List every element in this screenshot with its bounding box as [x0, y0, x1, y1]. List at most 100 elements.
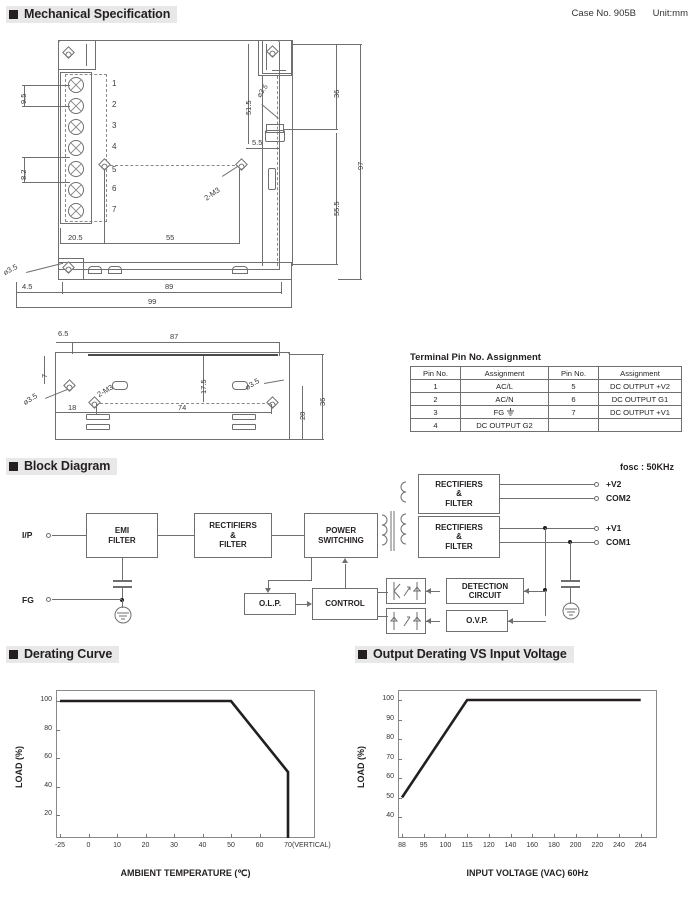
section-header-output-derating: Output Derating VS Input Voltage [355, 646, 574, 663]
wire [311, 558, 312, 580]
wire-v2 [500, 484, 594, 485]
dim-line [246, 148, 280, 149]
output-terminal-v1 [594, 526, 599, 531]
section-header-block-diagram: Block Diagram [6, 458, 118, 475]
centerline-horizontal [110, 165, 240, 166]
cell-pin [548, 418, 599, 432]
dim-line [44, 356, 45, 384]
dimension-6-5: 6.5 [58, 329, 69, 338]
pin-number: 7 [112, 205, 117, 214]
dim-ext [271, 404, 272, 414]
output-label-v2: +V2 [606, 479, 622, 489]
capacitor-plate [561, 580, 580, 582]
rect-top-line1: RECTIFIERS [435, 479, 483, 489]
dim-line [96, 412, 272, 413]
dimension-89: 89 [165, 282, 174, 291]
table-row: 1 AC/L 5 DC OUTPUT +V2 [410, 379, 682, 393]
wire [272, 535, 304, 536]
cell-assignment [598, 418, 682, 432]
wire-v1 [500, 528, 594, 529]
wire [570, 542, 571, 580]
dimension-28: 28 [298, 411, 307, 420]
rect-bot-line2: & [456, 532, 462, 542]
dimension-55-5: 55.5 [332, 201, 341, 216]
block-rectifiers-filter-v2: RECTIFIERS & FILTER [418, 474, 500, 514]
dimension-17-5: 17.5 [199, 379, 208, 394]
emi-line2: FILTER [108, 535, 136, 545]
detection-line2: CIRCUIT [468, 591, 502, 600]
pin-number: 1 [112, 79, 117, 88]
dim-ext [291, 280, 292, 308]
right-plate-edge [292, 40, 293, 266]
input-label-ip: I/P [22, 530, 33, 540]
bullet-square-icon [358, 650, 367, 659]
pin-number: 5 [112, 165, 117, 174]
table-header-row: Pin No. Assignment Pin No. Assignment [410, 366, 682, 380]
output-label-com2: COM2 [606, 493, 631, 503]
dim-line [248, 44, 249, 144]
earth-ground-icon [114, 606, 132, 624]
slot-detail [266, 124, 284, 133]
wire [122, 558, 123, 580]
bullet-square-icon [9, 10, 18, 19]
pin-number: 6 [112, 184, 117, 193]
wire [52, 599, 122, 600]
arrow-up-icon [342, 558, 348, 563]
rect-top-line2: & [456, 489, 462, 499]
power-line1: POWER [325, 526, 357, 536]
input-label-fg: FG [22, 595, 34, 605]
base-vent [108, 266, 122, 274]
pin-number: 4 [112, 142, 117, 151]
dim-ext [281, 282, 282, 294]
dimension-5-5: 5.5 [252, 138, 263, 147]
section-title-derating-curve: Derating Curve [24, 647, 113, 662]
table-row: 3 FG 7 DC OUTPUT +V1 [410, 405, 682, 419]
dimension-20-5: 20.5 [68, 233, 83, 242]
wire-feedback [545, 590, 546, 616]
power-line2: SWITCHING [318, 535, 364, 545]
terminal-screw [68, 182, 84, 198]
terminal-screw [68, 140, 84, 156]
cell-pin: 3 [410, 405, 461, 419]
dimension-dia-3-5: ⌀3.5 [21, 391, 39, 407]
detection-line1: DETECTION [461, 581, 509, 591]
output-terminal-v2 [594, 482, 599, 487]
wire [378, 616, 388, 617]
rect-top-line3: FILTER [445, 498, 473, 508]
section-title-mechanical: Mechanical Specification [24, 7, 171, 22]
dim-line [22, 182, 70, 183]
dim-ext [96, 404, 97, 414]
fosc-label: fosc : 50KHz [620, 462, 675, 472]
transformer-primary-icon [381, 511, 395, 551]
right-plate-slot [268, 168, 276, 190]
side-corner [276, 352, 290, 366]
y-axis-title: LOAD (%) [14, 746, 24, 788]
output-terminal-com2 [594, 496, 599, 501]
wire [268, 580, 312, 581]
dim-line [72, 342, 280, 343]
cell-pin: 5 [548, 379, 599, 393]
wire [158, 535, 194, 536]
cell-assignment: AC/L [460, 379, 549, 393]
optocoupler-icon [386, 578, 426, 604]
dim-ext [292, 44, 338, 45]
wire [508, 621, 546, 622]
wire [378, 592, 388, 593]
th-pin-no: Pin No. [410, 366, 461, 380]
emi-line1: EMI [114, 526, 130, 536]
wire-com2 [500, 498, 594, 499]
dimension-4-5: 4.5 [22, 282, 33, 291]
pin-number: 2 [112, 100, 117, 109]
cell-pin: 6 [548, 392, 599, 406]
dim-line [22, 157, 70, 158]
x-axis-title: AMBIENT TEMPERATURE (℃) [120, 868, 251, 878]
dim-line [336, 133, 337, 265]
x-axis-title: INPUT VOLTAGE (VAC) 60Hz [466, 868, 589, 878]
th-pin-no: Pin No. [548, 366, 599, 380]
earth-ground-icon [562, 602, 580, 620]
dim-line [22, 106, 70, 107]
th-assignment: Assignment [598, 366, 682, 380]
chart-output-derating: 100 90 80 70 60 50 40 88 95 100 115 120 … [350, 680, 700, 908]
dim-extension-line [104, 169, 105, 244]
wire-feedback [545, 528, 546, 590]
